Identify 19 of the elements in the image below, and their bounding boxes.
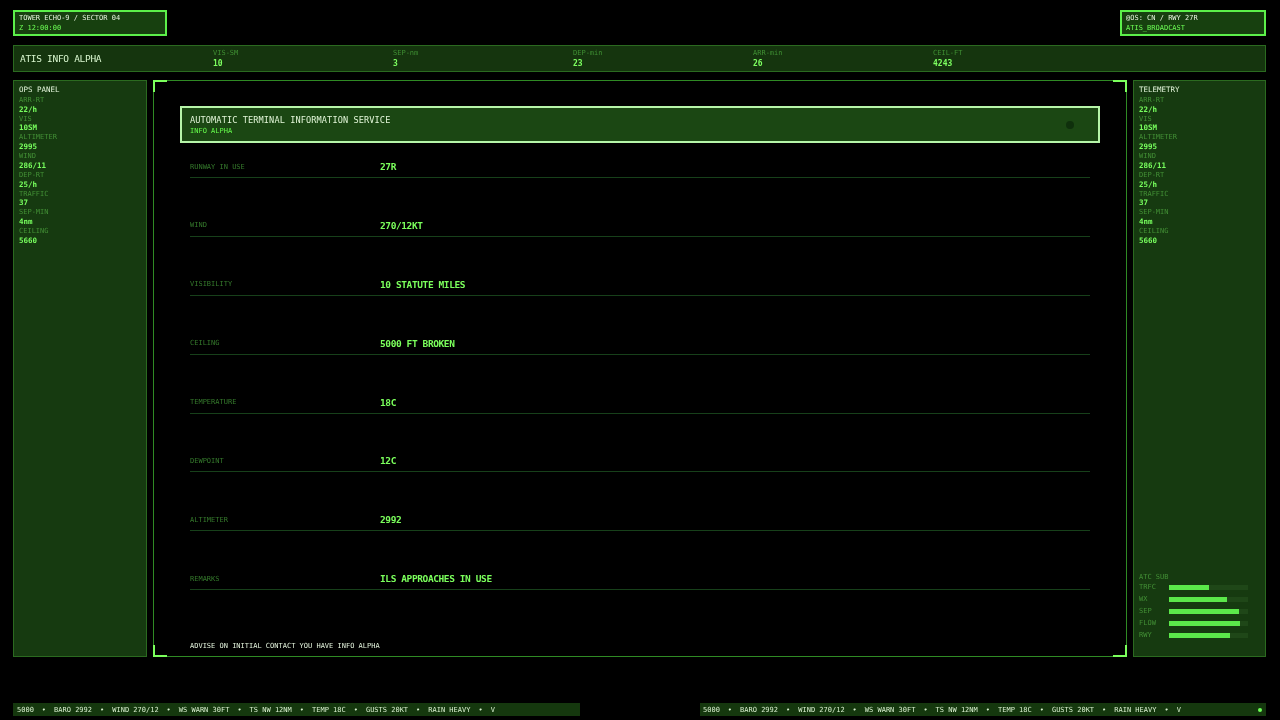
field-value: ILS APPROACHES IN USE	[380, 573, 492, 586]
field-value: 2992	[380, 514, 402, 527]
field-value: 18C	[380, 396, 396, 409]
field-value: 270/12KT	[380, 219, 423, 232]
field-value: 12C	[380, 455, 396, 468]
field-value: 5000 FT BROKEN	[380, 337, 455, 350]
stat-value: 26	[753, 57, 763, 69]
stat-value: 3	[393, 57, 398, 69]
stat-value: 23	[573, 57, 583, 69]
stat-value: 10	[213, 57, 223, 69]
header-title: ATIS INFO ALPHA	[20, 53, 103, 64]
field-value: 27R	[380, 161, 396, 173]
corner-bracket-icon	[1113, 80, 1127, 92]
field-value: 10 STATUTE MILES	[380, 278, 466, 291]
card-title: AUTOMATIC TERMINAL INFORMATION SERVICE	[190, 113, 391, 126]
stat-value: 4243	[933, 57, 953, 69]
corner-bracket-icon	[1113, 645, 1127, 657]
corner-bracket-icon	[153, 80, 167, 92]
corner-bracket-icon	[153, 645, 167, 657]
